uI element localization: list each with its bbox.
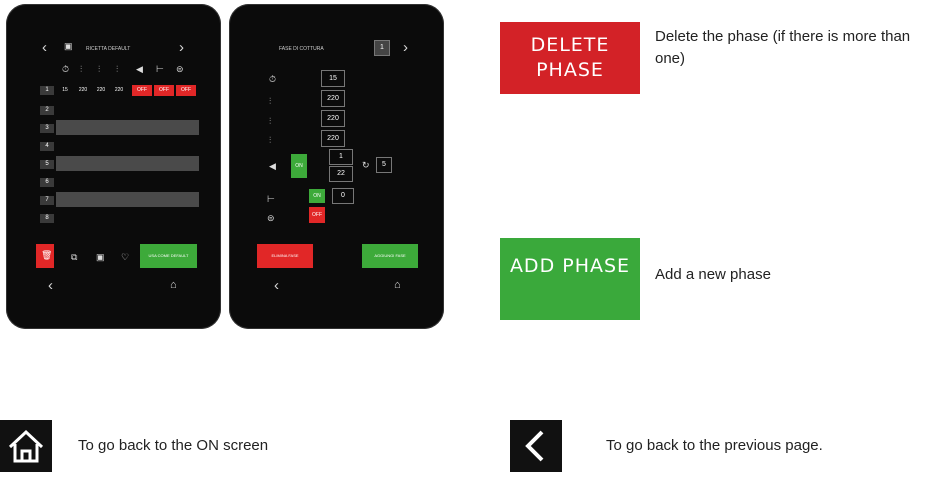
temp-side-icon: ⫶ [116, 64, 119, 74]
chevron-left-icon[interactable]: ‹ [48, 278, 53, 293]
phase-device-screen: FASE DI COTTURA 1 › ⏱ 15 ⫶ 220 ⫶ 220 ⫶ 2… [229, 4, 444, 329]
row-number[interactable]: 3 [40, 124, 54, 133]
cycle-icon: ↻ [362, 160, 370, 170]
home-legend-icon [0, 420, 52, 472]
row-number[interactable]: 6 [40, 178, 54, 187]
vent-icon: ⊜ [267, 213, 275, 223]
time-field[interactable]: 15 [321, 70, 345, 87]
row-number[interactable]: 4 [40, 142, 54, 151]
temp-field[interactable]: 220 [321, 110, 345, 127]
temp-field[interactable]: 220 [321, 130, 345, 147]
row1-time: 15 [62, 87, 68, 93]
phase-row-7[interactable] [56, 192, 199, 207]
recipe-title: RICETTA DEFAULT [86, 46, 131, 52]
temp-field[interactable]: 220 [321, 90, 345, 107]
steam-icon: ⊢ [156, 64, 164, 74]
row-number[interactable]: 5 [40, 160, 54, 169]
recipe-image-icon: ▣ [64, 41, 73, 51]
home-icon[interactable]: ⌂ [394, 279, 401, 291]
steam-field[interactable]: 0 [332, 188, 354, 204]
chevron-right-icon[interactable]: › [403, 40, 408, 55]
fan-icon: ◀ [269, 161, 276, 171]
row1-temp2: 220 [96, 87, 106, 93]
delete-phase-description: Delete the phase (if there is more than … [655, 28, 911, 67]
temp-down-icon: ⫶ [98, 64, 101, 74]
delete-phase-button: DELETE PHASE [500, 22, 640, 94]
row1-off: OFF [176, 85, 196, 96]
steam-on-button[interactable]: ON [309, 189, 325, 203]
add-phase-small-button[interactable]: AGGIUNGI FASE [362, 244, 418, 268]
phase-row-5[interactable] [56, 156, 199, 171]
add-phase-description: Add a new phase [655, 266, 771, 283]
back-legend-text: To go back to the previous page. [606, 437, 823, 454]
phase-number: 1 [374, 40, 390, 56]
phase-row-3[interactable] [56, 120, 199, 135]
temp-down-icon: ⫶ [269, 116, 272, 126]
vent-icon: ⊜ [176, 64, 184, 74]
row1-temp3: 220 [114, 87, 124, 93]
row1-off: OFF [132, 85, 152, 96]
favorite-icon[interactable]: ♡ [121, 252, 129, 263]
add-phase-button: ADD PHASE [500, 238, 640, 320]
chevron-left-icon[interactable]: ‹ [274, 278, 279, 293]
row-number[interactable]: 2 [40, 106, 54, 115]
row1-temp1: 220 [78, 87, 88, 93]
temp-side-icon: ⫶ [269, 135, 272, 145]
row-number[interactable]: 8 [40, 214, 54, 223]
fan-field[interactable]: 22 [329, 166, 353, 182]
fan-field[interactable]: 1 [329, 149, 353, 165]
chevron-left-icon [510, 420, 562, 472]
home-icon [0, 420, 52, 472]
delete-recipe-button[interactable]: 🗑 [36, 244, 54, 268]
copy-icon[interactable]: ⧉ [71, 252, 77, 263]
phase-title: FASE DI COTTURA [279, 46, 324, 52]
temp-icon: ⫶ [80, 64, 83, 74]
cycle-field[interactable]: 5 [376, 157, 392, 173]
chevron-left-icon[interactable]: ‹ [42, 40, 47, 55]
row-number[interactable]: 7 [40, 196, 54, 205]
trash-icon: 🗑 [41, 250, 53, 260]
home-legend-text: To go back to the ON screen [78, 437, 269, 454]
header-icons: ⏱ ⫶ ⫶ ⫶ ◀ ⊢ ⊜ [62, 64, 202, 76]
row-number[interactable]: 1 [40, 86, 54, 95]
home-icon[interactable]: ⌂ [170, 279, 177, 291]
use-as-default-button[interactable]: USA COME DEFAULT [140, 244, 197, 268]
timer-icon: ⏱ [269, 74, 277, 84]
delete-phase-small-button[interactable]: ELIMINA FASE [257, 244, 313, 268]
fan-on-button[interactable]: ON [291, 154, 307, 178]
steam-icon: ⊢ [267, 194, 275, 204]
timer-icon: ⏱ [62, 64, 70, 74]
fan-icon: ◀ [136, 64, 143, 74]
vent-off-button[interactable]: OFF [309, 207, 325, 223]
phase-row-1[interactable]: 15 220 220 220 OFF OFF OFF [56, 85, 199, 96]
recipe-device-screen: ‹ ▣ RICETTA DEFAULT › ⏱ ⫶ ⫶ ⫶ ◀ ⊢ ⊜ 1 15… [6, 4, 221, 329]
chevron-right-icon[interactable]: › [179, 40, 184, 55]
save-icon[interactable]: ▣ [96, 252, 105, 263]
temp-icon: ⫶ [269, 96, 272, 106]
back-legend-icon [510, 420, 562, 472]
row1-off: OFF [154, 85, 174, 96]
